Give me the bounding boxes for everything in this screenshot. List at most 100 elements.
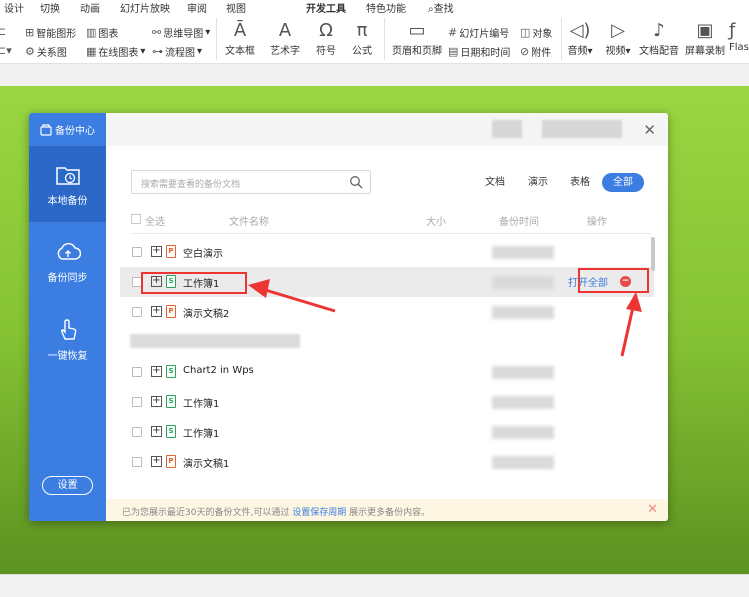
mindmap-button[interactable]: ⚯ 思维导图 ▾ (152, 25, 210, 40)
select-all-checkbox[interactable] (131, 214, 141, 224)
search-icon[interactable] (349, 175, 363, 189)
backup-center-icon (40, 123, 52, 136)
table-row[interactable]: + P 演示文稿2 (120, 297, 654, 327)
flash-button[interactable]: ƒ Flas (729, 20, 749, 53)
slide-number-button[interactable]: # 幻灯片编号 (448, 25, 509, 40)
spreadsheet-file-icon: S (166, 365, 176, 378)
search-input[interactable]: 搜索需要查看的备份文档 (131, 170, 371, 194)
nav-one-click-restore[interactable]: 一键恢复 (29, 301, 106, 377)
mindmap-icon: ⚯ (152, 26, 162, 39)
doc-voice-button[interactable]: ♪ 文档配音 (636, 20, 682, 57)
online-chart-button[interactable]: ▦ 在线图表 ▾ (86, 44, 145, 59)
object-icon: ◫ (520, 26, 531, 39)
menu-slideshow[interactable]: 幻灯片放映 (120, 0, 170, 15)
settings-button[interactable]: 设置 (42, 476, 93, 495)
row-checkbox[interactable] (132, 247, 142, 257)
filter-documents[interactable]: 文档 (485, 173, 505, 192)
expand-icon[interactable]: + (151, 396, 162, 407)
table-row[interactable]: + S 工作簿1 (120, 387, 654, 417)
retention-settings-link[interactable]: 设置保存周期 (292, 508, 346, 518)
backup-time-blurred (492, 306, 554, 319)
file-name: 工作簿1 (183, 429, 220, 440)
highlight-box-open-all (578, 268, 649, 293)
partial-icon: ⊏▾ (0, 44, 12, 57)
menu-find[interactable]: ⌕查找 (428, 0, 454, 15)
menu-view[interactable]: 视图 (226, 0, 246, 15)
table-row[interactable]: + S 工作簿1 (120, 417, 654, 447)
partial-icon: ⊏ (0, 25, 7, 38)
object-button[interactable]: ◫ 对象 (520, 25, 552, 40)
row-checkbox[interactable] (132, 457, 142, 467)
dialog-content: ✕ 搜索需要查看的备份文档 文档 演示 表格 全部 全选 文件名称 大小 备份时… (106, 113, 668, 521)
expand-icon[interactable]: + (151, 426, 162, 437)
file-name: 工作簿1 (183, 399, 220, 410)
textbox-button[interactable]: Ā 文本框 (216, 20, 264, 57)
nav-backup-sync[interactable]: 备份同步 (29, 223, 106, 299)
column-size: 大小 (426, 217, 446, 228)
video-button[interactable]: ▷ 视频▾ (598, 20, 638, 57)
chart-icon: ▥ (86, 26, 97, 39)
filter-presentations[interactable]: 演示 (528, 173, 548, 192)
spreadsheet-file-icon: S (166, 395, 176, 408)
row-checkbox[interactable] (132, 307, 142, 317)
notes-strip (0, 574, 749, 597)
audio-button[interactable]: ◁) 音频▾ (560, 20, 600, 57)
column-file-name: 文件名称 (229, 217, 269, 228)
chart-button[interactable]: ▥ 图表 (86, 25, 118, 40)
expand-icon[interactable]: + (151, 246, 162, 257)
presentation-file-icon: P (166, 455, 176, 468)
column-action: 操作 (587, 217, 607, 228)
nav-local-backup[interactable]: 本地备份 (29, 146, 106, 222)
row-checkbox[interactable] (132, 367, 142, 377)
expand-icon[interactable]: + (151, 306, 162, 317)
menu-transition[interactable]: 切换 (40, 0, 60, 15)
menu-design[interactable]: 设计 (4, 0, 24, 15)
filter-spreadsheets[interactable]: 表格 (570, 173, 590, 192)
backup-center-dialog: 备份中心 本地备份 备份同步 一键恢复 设置 ✕ 搜索需要查看的备份文档 文档 … (29, 113, 668, 521)
close-icon[interactable]: ✕ (643, 121, 656, 139)
filter-all[interactable]: 全部 (602, 173, 644, 192)
divider (131, 233, 651, 234)
backup-time-blurred (492, 426, 554, 439)
datetime-button[interactable]: ▤ 日期和时间 (448, 44, 510, 59)
pi-icon: π (356, 20, 368, 41)
menu-review[interactable]: 审阅 (187, 0, 207, 15)
relation-button[interactable]: ⚙ 关系图 (25, 44, 67, 59)
backup-time-blurred (492, 246, 554, 259)
flowchart-button[interactable]: ⊶ 流程图 ▾ (152, 44, 202, 59)
table-row[interactable]: + S Chart2 in Wps (120, 357, 654, 387)
partial-button-2[interactable]: ⊏▾ (0, 44, 12, 57)
calendar-icon: ▤ (448, 45, 459, 58)
file-name: 演示文稿2 (183, 309, 230, 320)
smart-graphic-button[interactable]: ⊞ 智能图形 (25, 25, 76, 40)
footer-close-icon[interactable]: ✕ (647, 502, 658, 517)
slide-number-icon: # (448, 26, 458, 39)
expand-icon[interactable]: + (151, 366, 162, 377)
dialog-sidebar: 备份中心 本地备份 备份同步 一键恢复 设置 (29, 113, 106, 521)
menu-features[interactable]: 特色功能 (366, 0, 406, 15)
online-chart-icon: ▦ (86, 45, 97, 58)
attachment-button[interactable]: ⊘ 附件 (520, 44, 551, 59)
formula-button[interactable]: π 公式 (338, 20, 386, 57)
menu-animation[interactable]: 动画 (80, 0, 100, 15)
menu-developer[interactable]: 开发工具 (306, 0, 346, 15)
table-row[interactable]: + P 演示文稿1 (120, 447, 654, 477)
partial-button[interactable]: ⊏ (0, 25, 6, 38)
scrollbar-thumb[interactable] (651, 237, 655, 271)
row-checkbox[interactable] (132, 397, 142, 407)
chevron-down-icon: ▾ (140, 46, 146, 57)
column-select-all[interactable]: 全选 (145, 213, 165, 228)
table-row[interactable]: + P 空白演示 (120, 237, 654, 267)
chevron-down-icon: ▾ (205, 27, 211, 38)
backup-time-blurred (492, 366, 554, 379)
table-row-blurred[interactable] (120, 327, 654, 357)
row-checkbox[interactable] (132, 427, 142, 437)
textbox-icon: Ā (233, 20, 247, 41)
cloud-upload-icon (57, 242, 81, 260)
backup-time-blurred (492, 456, 554, 469)
screen-record-button[interactable]: ▣ 屏幕录制 (682, 20, 728, 57)
record-icon: ▣ (696, 20, 714, 41)
blurred-row-content (130, 334, 300, 348)
expand-icon[interactable]: + (151, 456, 162, 467)
header-footer-button[interactable]: ▭ 页眉和页脚 (391, 20, 443, 57)
